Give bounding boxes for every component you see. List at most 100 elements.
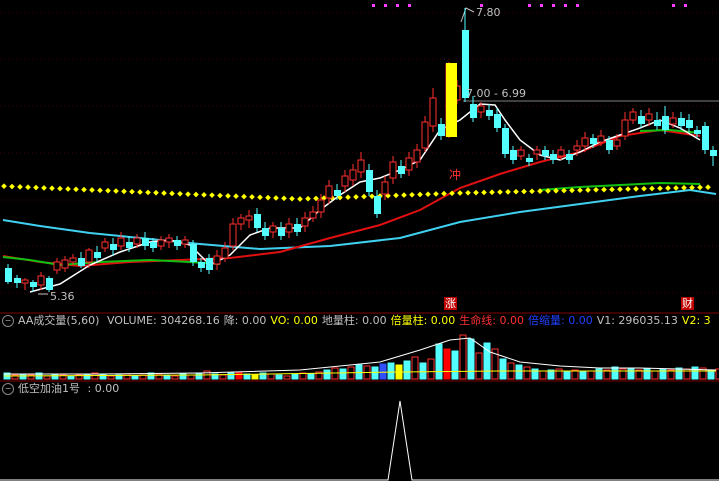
- top-marker: [672, 4, 675, 7]
- candle-body: [165, 237, 173, 243]
- ma-cyan-line: [2, 188, 717, 251]
- candle-body: [421, 121, 429, 149]
- volume-bar: [123, 373, 131, 380]
- candle-body: [357, 159, 365, 173]
- candle-body: [325, 185, 333, 199]
- volume-stat: V2: 3: [681, 314, 711, 327]
- volume-bar: [171, 375, 179, 380]
- candle-body: [486, 110, 493, 116]
- yellow-dot: [617, 186, 623, 193]
- collapse-icon[interactable]: −: [2, 315, 14, 327]
- volume-bar: [83, 373, 91, 380]
- volume-stat: V1: 296035.13: [596, 314, 678, 327]
- volume-bar: [475, 352, 483, 380]
- volume-panel-title: AA成交量(5,60): [18, 314, 100, 327]
- volume-stat: 地量柱: 0.00: [321, 314, 387, 327]
- yellow-dot: [161, 190, 167, 196]
- volume-bar: [619, 368, 627, 380]
- volume-bar: [291, 373, 299, 380]
- yellow-dot: [593, 186, 599, 193]
- volume-bar: [659, 368, 667, 380]
- volume-bar: [555, 368, 563, 380]
- volume-bar: [643, 368, 651, 380]
- stock-chart-canvas[interactable]: [0, 0, 719, 481]
- yellow-dot: [353, 194, 359, 200]
- yellow-dot: [57, 185, 63, 192]
- yellow-dot: [625, 186, 631, 192]
- yellow-dot: [497, 189, 503, 195]
- yellow-dot: [49, 185, 55, 192]
- volume-bar: [435, 343, 443, 380]
- yellow-dot: [465, 189, 471, 196]
- yellow-dot: [393, 192, 399, 199]
- candle-body: [301, 217, 309, 227]
- volume-stat: 降: 0.00: [223, 314, 267, 327]
- yellow-dot: [105, 187, 111, 194]
- volume-stat: 倍量柱: 0.00: [390, 314, 456, 327]
- volume-bar: [371, 366, 379, 380]
- candle-body: [566, 154, 573, 160]
- candlesticks: [5, 8, 717, 292]
- yellow-dot: [657, 185, 663, 192]
- volume-bar: [219, 374, 227, 380]
- candle-body: [413, 149, 421, 163]
- yellow-dot: [217, 192, 223, 199]
- yellow-dot: [665, 185, 671, 191]
- yellow-dot: [17, 184, 23, 190]
- indicator-spike: [0, 400, 719, 481]
- indicator-line: [0, 400, 719, 481]
- volume-bar: [611, 366, 619, 380]
- yellow-dot: [129, 188, 135, 195]
- price-range-label: 7.00 - 6.99: [466, 87, 526, 100]
- candle-body: [278, 228, 285, 236]
- volume-bar: [411, 356, 419, 380]
- volume-bar: [43, 375, 51, 380]
- yellow-dot: [241, 193, 247, 200]
- yellow-dot: [585, 187, 591, 193]
- volume-bar: [587, 370, 595, 380]
- candle-body: [510, 150, 517, 160]
- volume-bar: [459, 334, 467, 380]
- yellow-dot: [305, 195, 311, 202]
- collapse-icon[interactable]: −: [2, 383, 14, 395]
- yellow-dot: [521, 188, 527, 195]
- candle-body: [69, 257, 77, 263]
- candle-body: [157, 239, 165, 247]
- volume-bar: [563, 370, 571, 380]
- volume-bar: [595, 368, 603, 380]
- top-marker: [684, 4, 687, 7]
- candle-body: [686, 120, 693, 128]
- yellow-dot: [113, 188, 119, 194]
- candle-body: [53, 261, 61, 271]
- volume-bar: [51, 373, 59, 380]
- candle-body: [221, 247, 229, 259]
- candle-body: [654, 120, 661, 126]
- volume-bar: [251, 374, 259, 380]
- yellow-dot: [145, 189, 151, 196]
- volume-bar: [675, 367, 683, 380]
- top-marker: [372, 4, 375, 7]
- volume-bar: [283, 375, 291, 380]
- top-marker: [564, 4, 567, 7]
- volume-bar: [683, 368, 691, 380]
- candle-body: [174, 240, 181, 246]
- volume-bars: [3, 334, 719, 380]
- yellow-dot: [193, 191, 199, 198]
- candle-body: [85, 249, 93, 263]
- volume-bar: [579, 371, 587, 380]
- candle-body: [285, 223, 293, 233]
- yellow-dot: [273, 195, 279, 201]
- candle-body: [526, 158, 533, 162]
- candle-body: [374, 196, 381, 214]
- candle-body: [46, 278, 53, 290]
- candle-body: [309, 211, 317, 219]
- high-pointer: [460, 7, 475, 23]
- volume-bar: [195, 372, 203, 380]
- volume-bar: [19, 373, 27, 380]
- candle-body: [245, 215, 253, 221]
- yellow-dot: [481, 189, 487, 196]
- yellow-dot: [121, 188, 127, 195]
- candle-body: [710, 150, 717, 156]
- candle-body: [181, 239, 189, 245]
- top-marker: [528, 4, 531, 7]
